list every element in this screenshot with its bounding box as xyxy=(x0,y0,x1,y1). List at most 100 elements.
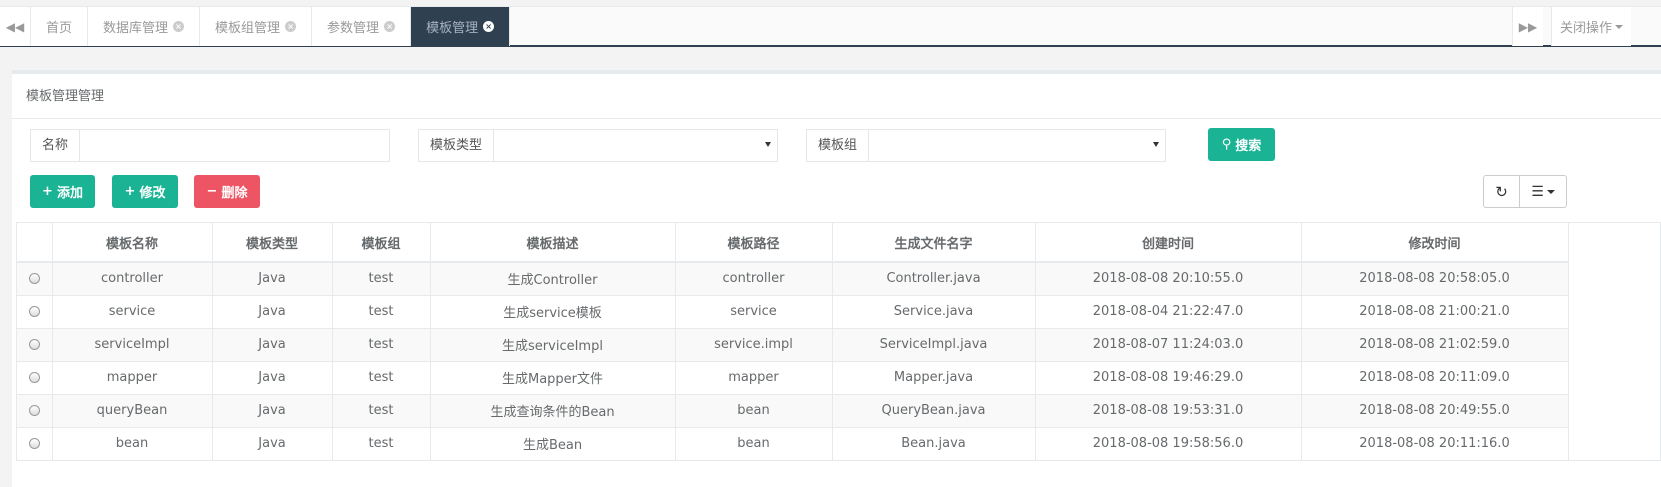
table-cell: test xyxy=(332,327,431,361)
row-radio[interactable] xyxy=(28,306,40,317)
minus-icon: − xyxy=(206,184,218,199)
table-cell: controller xyxy=(675,261,833,295)
table-cell: 2018-08-07 11:24:03.0 xyxy=(1035,327,1302,361)
table-cell: 2018-08-08 19:53:31.0 xyxy=(1035,393,1302,427)
close-circle-icon[interactable]: × xyxy=(384,21,396,32)
table-row[interactable]: controller Java test 生成Controller controller… xyxy=(17,261,1569,295)
plus-icon: + xyxy=(42,184,53,199)
refresh-icon: ↻ xyxy=(1495,182,1508,201)
table-cell: QueryBean.java xyxy=(832,393,1036,427)
close-operations-label: 关闭操作 xyxy=(1559,21,1612,36)
close-circle-icon[interactable]: × xyxy=(173,21,185,32)
add-button-label: 添加 xyxy=(56,186,83,201)
table-row[interactable]: serviceImpl Java test 生成serviceImpl service.… xyxy=(17,327,1569,361)
tab-template-group[interactable]: 模板组管理 × xyxy=(200,7,313,46)
table-cell: 2018-08-08 20:10:55.0 xyxy=(1035,261,1302,295)
column-header[interactable]: 创建时间 xyxy=(1035,223,1302,263)
search-icon: ⚲ xyxy=(1221,137,1232,152)
tab-label: 数据库管理 xyxy=(103,21,169,36)
table-row[interactable]: bean Java test 生成Bean bean Bean.java 2018-08-0… xyxy=(17,426,1569,460)
dropdown-arrow-icon xyxy=(765,142,771,147)
table-cell: serviceImpl xyxy=(52,327,213,361)
table-cell: test xyxy=(332,393,431,427)
table-cell: bean xyxy=(675,426,833,460)
table-header-row: 模板名称 模板类型 模板组 模板描述 模板路径 生成文件名字 创建时间 修改时间 xyxy=(17,223,1569,263)
table-cell: mapper xyxy=(675,360,833,394)
row-radio[interactable] xyxy=(28,273,40,285)
table-row[interactable]: mapper Java test 生成Mapper文件 mapper Mapper.jav… xyxy=(17,360,1569,394)
tabs-scroll-right-button[interactable]: ▶▶ xyxy=(1512,7,1543,46)
row-select-cell xyxy=(17,261,53,295)
type-select[interactable] xyxy=(494,130,777,161)
table-cell: 2018-08-08 20:11:16.0 xyxy=(1301,426,1569,460)
table-cell: Controller.java xyxy=(832,261,1036,295)
search-button-label: 搜索 xyxy=(1235,139,1262,154)
column-header[interactable]: 模板组 xyxy=(332,223,431,263)
table-cell: service xyxy=(675,294,833,328)
plus-icon: + xyxy=(124,184,136,199)
name-filter: 名称 xyxy=(30,129,390,162)
tab-params[interactable]: 参数管理 × xyxy=(312,7,412,46)
table-cell: 生成Mapper文件 xyxy=(430,360,676,394)
group-filter: 模板组 xyxy=(806,129,1166,162)
tab-home[interactable]: 首页 xyxy=(31,7,89,46)
table-cell: 生成Controller xyxy=(430,261,676,295)
name-input[interactable] xyxy=(80,130,389,161)
tab-label: 模板组管理 xyxy=(215,21,281,36)
close-circle-icon[interactable]: × xyxy=(483,21,495,32)
table-cell: Mapper.java xyxy=(832,360,1036,394)
row-select-cell xyxy=(17,360,53,394)
list-icon: ☰ xyxy=(1531,183,1544,200)
type-filter: 模板类型 xyxy=(418,129,778,162)
row-radio[interactable] xyxy=(28,372,40,383)
close-circle-icon[interactable]: × xyxy=(285,21,297,32)
tab-template[interactable]: 模板管理 × xyxy=(411,7,511,46)
tabs-scroll-left-button[interactable]: ◀◀ xyxy=(0,7,31,46)
table-cell: controller xyxy=(52,261,213,295)
column-header[interactable]: 模板描述 xyxy=(430,223,676,263)
close-operations-dropdown[interactable]: 关闭操作 xyxy=(1551,7,1631,46)
column-header[interactable]: 模板名称 xyxy=(52,223,213,263)
table-cell: service xyxy=(52,294,213,328)
table-cell: test xyxy=(332,294,431,328)
tab-label: 首页 xyxy=(46,21,73,36)
table-cell: 2018-08-08 19:46:29.0 xyxy=(1035,360,1302,394)
search-button[interactable]: ⚲ 搜索 xyxy=(1208,128,1275,161)
table-cell: test xyxy=(332,360,431,394)
table-row[interactable]: service Java test 生成service模板 service Service… xyxy=(17,294,1569,328)
caret-down-icon xyxy=(1546,189,1555,194)
table-cell: 2018-08-08 20:49:55.0 xyxy=(1301,393,1569,427)
row-radio[interactable] xyxy=(28,405,40,416)
column-header[interactable]: 模板类型 xyxy=(212,223,333,263)
tab-database[interactable]: 数据库管理 × xyxy=(88,7,201,46)
row-select-cell xyxy=(17,294,53,328)
add-button[interactable]: + 添加 xyxy=(30,175,95,208)
column-header[interactable]: 模板路径 xyxy=(675,223,833,263)
row-radio[interactable] xyxy=(28,339,40,350)
group-label: 模板组 xyxy=(807,130,870,161)
delete-button[interactable]: − 删除 xyxy=(194,175,260,208)
table-cell: 2018-08-08 21:02:59.0 xyxy=(1301,327,1569,361)
edit-button[interactable]: + 修改 xyxy=(112,175,178,208)
tab-bar: ◀◀ 首页 数据库管理 × 模板组管理 × 参数管理 × 模板管理 × ▶▶ 关… xyxy=(0,6,1661,47)
table-cell: 生成查询条件的Bean xyxy=(430,393,676,427)
table-cell: 生成Bean xyxy=(430,426,676,460)
template-table: 模板名称 模板类型 模板组 模板描述 模板路径 生成文件名字 创建时间 修改时间… xyxy=(16,222,1661,461)
columns-toggle-button[interactable]: ☰ xyxy=(1519,175,1567,208)
table-row[interactable]: queryBean Java test 生成查询条件的Bean bean QueryBea… xyxy=(17,393,1569,427)
column-header[interactable]: 生成文件名字 xyxy=(832,223,1036,263)
table-cell: mapper xyxy=(52,360,213,394)
table-cell: test xyxy=(332,426,431,460)
table-cell: test xyxy=(332,261,431,295)
column-header[interactable]: 修改时间 xyxy=(1301,223,1569,263)
caret-down-icon xyxy=(1615,24,1623,29)
double-chevron-left-icon: ◀◀ xyxy=(5,19,25,34)
table-cell: 2018-08-08 20:58:05.0 xyxy=(1301,261,1569,295)
refresh-button[interactable]: ↻ xyxy=(1483,175,1520,208)
table-cell: 2018-08-08 19:58:56.0 xyxy=(1035,426,1302,460)
double-chevron-right-icon: ▶▶ xyxy=(1518,19,1538,34)
template-panel: 模板管理管理 名称 模板类型 模板组 ⚲ 搜索 + 添加 + 修改 − 删除 ↻… xyxy=(12,70,1661,487)
row-radio[interactable] xyxy=(28,438,40,450)
table-cell: 生成serviceImpl xyxy=(430,327,676,361)
group-select[interactable] xyxy=(869,130,1165,161)
